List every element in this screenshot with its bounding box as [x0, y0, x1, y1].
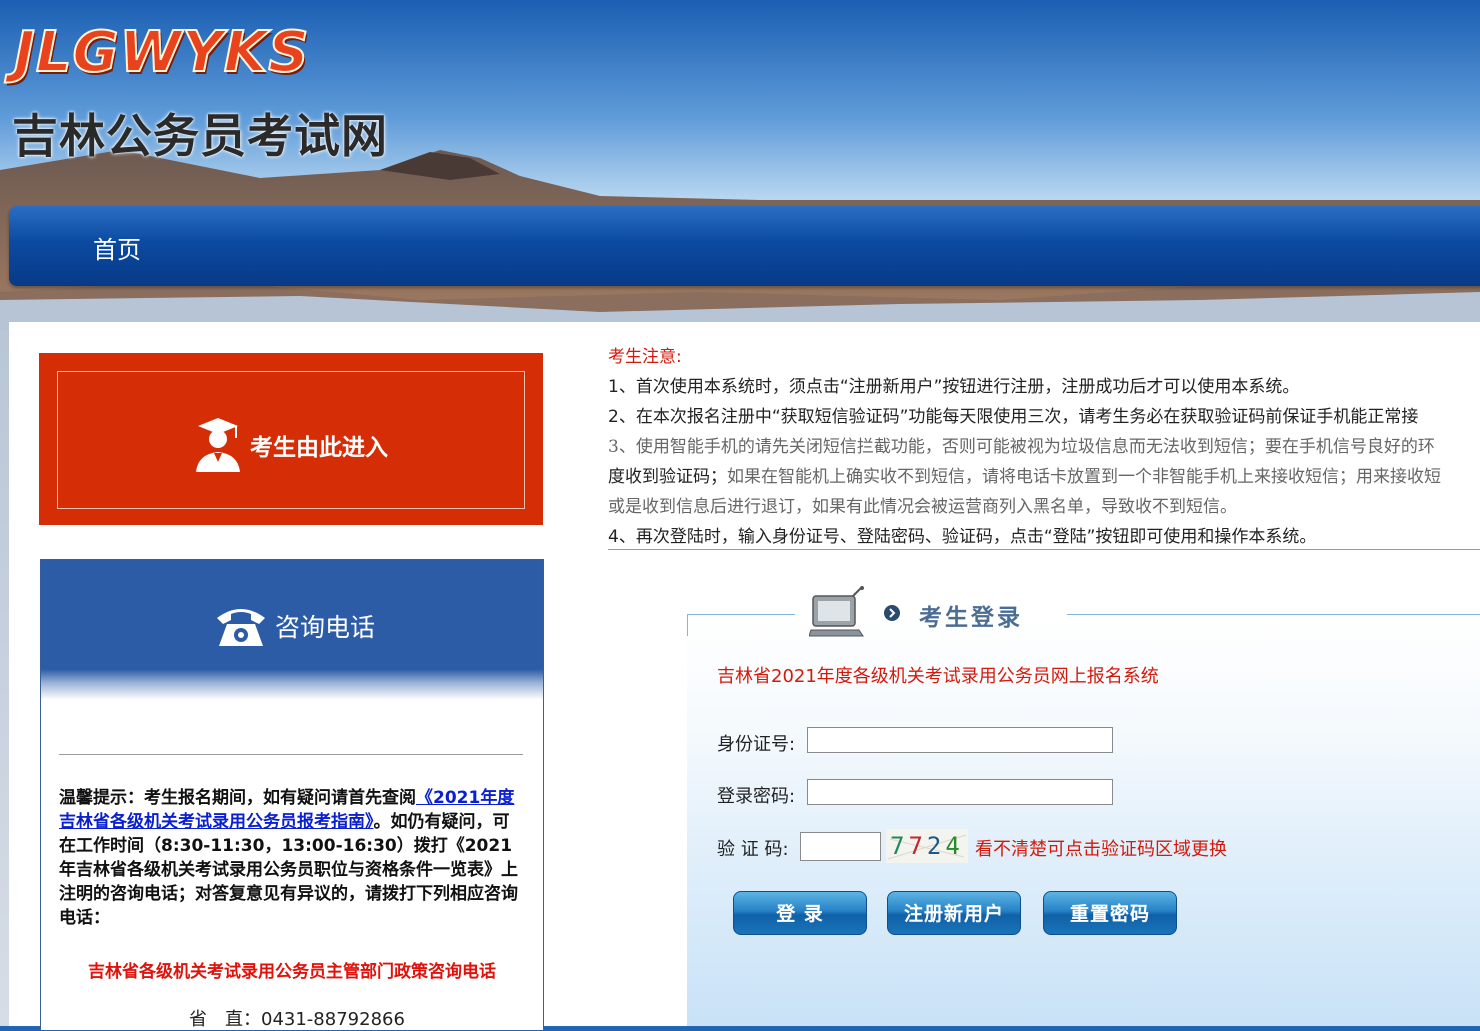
notice-item-3b-lead: 度收到验证码； [608, 467, 727, 487]
candidate-enter-label: 考生由此进入 [250, 435, 388, 461]
consult-title: 咨询电话 [275, 613, 376, 642]
telephone-icon [217, 609, 265, 646]
province-label: 省 直： [189, 1009, 261, 1030]
main-navbar: 首页 [9, 206, 1480, 286]
password-input[interactable] [807, 779, 1113, 805]
captcha-refresh-tip[interactable]: 看不清楚可点击验证码区域更换 [975, 835, 1227, 861]
nav-item-home[interactable]: 首页 [93, 230, 141, 265]
login-title: 考生登录 [919, 605, 1023, 631]
candidate-enter-frame: 考生由此进入 [57, 371, 525, 509]
system-title: 吉林省2021年度各级机关考试录用公务员网上报名系统 [717, 666, 1159, 687]
dept-phone-title: 吉林省各级机关考试录用公务员主管部门政策咨询电话 [88, 962, 496, 982]
notice-item-2: 2、在本次报名注册中“获取短信验证码”功能每天限使用三次，请考生务必在获取验证码… [608, 407, 1419, 427]
site-banner: JLGWYKS 吉林公务员考试网 首页 [0, 0, 1480, 330]
site-logo-cn: 吉林公务员考试网 [12, 109, 388, 163]
main-panel: 考生由此进入 咨询电话 温馨提示：考生报名期间，如有疑问请首先查阅《2021年度… [9, 322, 1480, 1030]
login-button[interactable]: 登 录 [733, 891, 867, 935]
province-phone: 0431-88792866 [261, 1009, 405, 1030]
consult-header: 咨询电话 [41, 560, 543, 700]
id-number-input[interactable] [807, 727, 1113, 753]
notice-title: 考生注意: [608, 347, 682, 367]
reset-password-button[interactable]: 重置密码 [1043, 891, 1177, 935]
captcha-digit: 7 [908, 832, 922, 860]
captcha-digit: 2 [927, 832, 941, 860]
notice-item-3b: 度收到验证码；如果在智能机上确实收不到短信，请将电话卡放置到一个非智能手机上来接… [608, 462, 1480, 492]
captcha-image[interactable]: 7724 [886, 829, 968, 863]
province-phone-row: 省 直：0431-88792866 [189, 1005, 405, 1031]
register-button[interactable]: 注册新用户 [887, 891, 1021, 935]
captcha-digit: 7 [890, 832, 904, 860]
warm-tips: 温馨提示：考生报名期间，如有疑问请首先查阅《2021年度吉林省各级机关考试录用公… [59, 786, 523, 930]
login-header-corner [687, 614, 688, 636]
login-header-line-left [687, 614, 795, 615]
notice-block: 考生注意: 1、首次使用本系统时，须点击“注册新用户”按钮进行注册，注册成功后才… [608, 342, 1480, 552]
site-logo-en: JLGWYKS [13, 19, 310, 86]
captcha-digit: 4 [945, 832, 959, 860]
graduate-icon [196, 418, 240, 472]
id-label: 身份证号: [717, 734, 796, 755]
captcha-label: 验 证 码: [717, 839, 789, 860]
login-header: 考生登录 [687, 582, 1480, 637]
computer-icon [809, 586, 864, 637]
arrow-right-circle-icon [884, 605, 900, 621]
notice-item-1: 1、首次使用本系统时，须点击“注册新用户”按钮进行注册，注册成功后才可以使用本系… [608, 377, 1300, 397]
notice-item-4: 4、再次登陆时，输入身份证号、登陆密码、验证码，点击“登陆”按钮即可使用和操作本… [608, 527, 1317, 547]
password-label: 登录密码: [717, 786, 796, 807]
candidate-enter-button[interactable]: 考生由此进入 [39, 353, 543, 525]
notice-item-3b-rest: 如果在智能机上确实收不到短信，请将电话卡放置到一个非智能手机上来接收短信；用来接… [727, 467, 1441, 487]
consult-panel: 咨询电话 温馨提示：考生报名期间，如有疑问请首先查阅《2021年度吉林省各级机关… [40, 559, 544, 1030]
notice-divider [608, 549, 1480, 550]
captcha-input[interactable] [800, 832, 881, 861]
notice-item-3a: 3、使用智能手机的请先关闭短信拦截功能，否则可能被视为垃圾信息而无法收到短信；要… [608, 437, 1435, 457]
tips-prefix: 温馨提示：考生报名期间，如有疑问请首先查阅 [59, 788, 416, 808]
notice-item-3c: 或是收到信息后进行退订，如果有此情况会被运营商列入黑名单，导致收不到短信。 [608, 497, 1237, 517]
consult-divider [59, 754, 523, 755]
login-header-line-right [1067, 614, 1480, 615]
